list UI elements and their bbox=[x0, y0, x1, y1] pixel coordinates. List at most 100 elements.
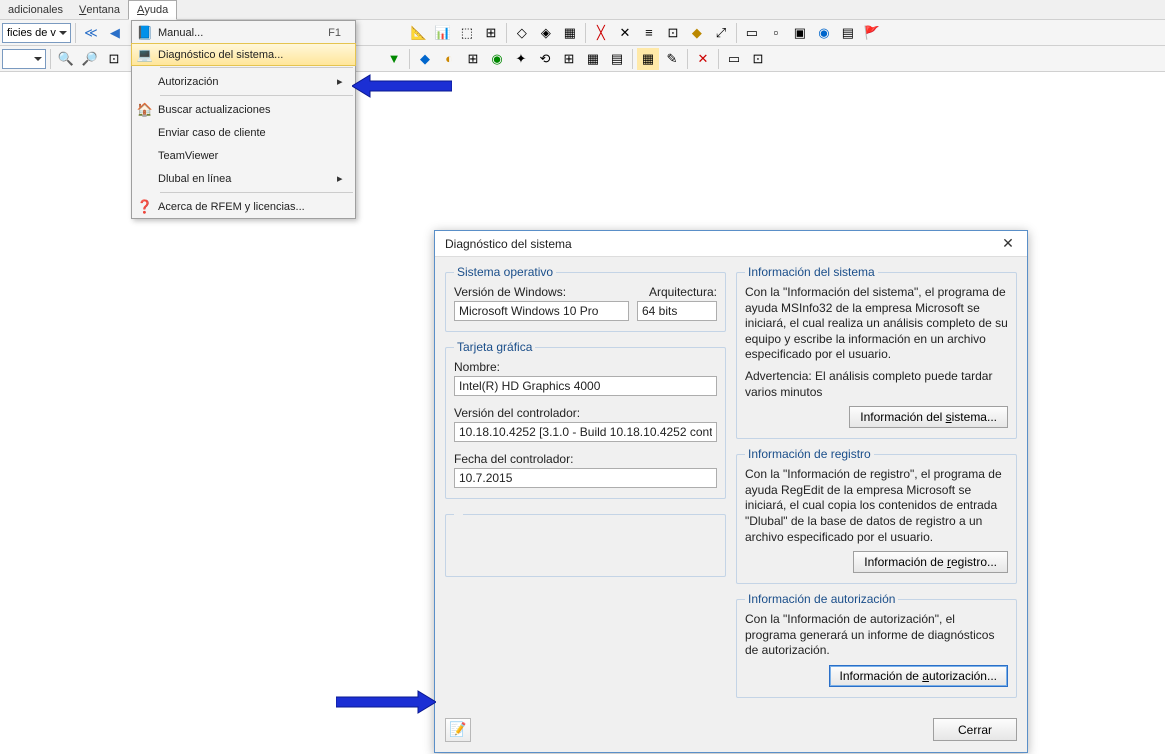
zoom-fit-icon[interactable]: 🔍 bbox=[55, 48, 77, 70]
menu-teamviewer[interactable]: TeamViewer bbox=[132, 144, 355, 167]
tool-icon[interactable]: ✦ bbox=[510, 48, 532, 70]
menu-ayuda[interactable]: Ayuda bbox=[128, 0, 177, 20]
tool-icon[interactable]: ✎ bbox=[661, 48, 683, 70]
tool-icon[interactable]: ✕ bbox=[692, 48, 714, 70]
blank-icon bbox=[132, 167, 158, 190]
tool-icon[interactable]: ▭ bbox=[723, 48, 745, 70]
os-legend: Sistema operativo bbox=[454, 265, 556, 279]
reginfo-legend: Información de registro bbox=[745, 447, 874, 461]
tool-icon[interactable]: ◆ bbox=[686, 22, 708, 44]
tool-icon[interactable]: ⊞ bbox=[558, 48, 580, 70]
separator bbox=[718, 49, 719, 69]
empty-group bbox=[445, 507, 726, 577]
separator bbox=[160, 95, 353, 96]
tool-icon[interactable]: ⊞ bbox=[462, 48, 484, 70]
system-diagnostic-dialog: Diagnóstico del sistema ✕ Sistema operat… bbox=[434, 230, 1028, 753]
menu-adicionales[interactable]: adicionales bbox=[0, 0, 71, 19]
tool-icon[interactable]: ▤ bbox=[837, 22, 859, 44]
driver-version-label: Versión del controlador: bbox=[454, 406, 717, 420]
tool-icon[interactable]: ≡ bbox=[638, 22, 660, 44]
separator bbox=[506, 23, 507, 43]
os-group: Sistema operativo Versión de Windows: Ar… bbox=[445, 265, 726, 332]
menu-system-diagnostic[interactable]: 💻 Diagnóstico del sistema... bbox=[131, 43, 356, 66]
nav-first-icon[interactable]: ≪ bbox=[80, 22, 102, 44]
gpu-group: Tarjeta gráfica Nombre: Versión del cont… bbox=[445, 340, 726, 499]
tool-icon[interactable]: ▦ bbox=[559, 22, 581, 44]
nav-prev-icon[interactable]: ◀ bbox=[104, 22, 126, 44]
menu-manual[interactable]: 📘 Manual... F1 bbox=[132, 21, 355, 44]
tool-icon[interactable]: ▤ bbox=[606, 48, 628, 70]
separator bbox=[160, 192, 353, 193]
tool-icon[interactable]: ⊡ bbox=[662, 22, 684, 44]
tool-icon[interactable]: 📐 bbox=[408, 22, 430, 44]
blank-icon bbox=[132, 70, 158, 93]
reginfo-button[interactable]: Información de registro... bbox=[853, 551, 1008, 573]
menu-authorization[interactable]: Autorización ▸ bbox=[132, 70, 355, 93]
annotation-arrow bbox=[352, 73, 452, 99]
tool-icon[interactable]: ◉ bbox=[486, 48, 508, 70]
tool-icon[interactable]: ⤢ bbox=[710, 22, 732, 44]
sysinfo-warning: Advertencia: El análisis completo puede … bbox=[745, 369, 1008, 400]
menu-about[interactable]: ❓ Acerca de RFEM y licencias... bbox=[132, 195, 355, 218]
gpu-name-label: Nombre: bbox=[454, 360, 717, 374]
authinfo-desc: Con la "Información de autorización", el… bbox=[745, 612, 1008, 659]
tool-icon[interactable]: ▦ bbox=[582, 48, 604, 70]
surfaces-dropdown[interactable]: ficies de v bbox=[2, 23, 71, 43]
tool-icon[interactable]: ◉ bbox=[813, 22, 835, 44]
tool-icon[interactable]: ⬚ bbox=[456, 22, 478, 44]
tool-icon[interactable]: ◆ bbox=[414, 48, 436, 70]
home-icon: 🏠 bbox=[132, 98, 158, 121]
dialog-title: Diagnóstico del sistema bbox=[445, 237, 995, 251]
edit-report-button[interactable]: 📝 bbox=[445, 718, 471, 742]
authinfo-button[interactable]: Información de autorización... bbox=[829, 665, 1008, 687]
tool-icon[interactable]: ▣ bbox=[789, 22, 811, 44]
empty-legend bbox=[454, 507, 463, 521]
pencil-note-icon: 📝 bbox=[449, 721, 466, 738]
tool-icon[interactable]: ⊡ bbox=[747, 48, 769, 70]
separator bbox=[687, 49, 688, 69]
sysinfo-button[interactable]: Información del sistema... bbox=[849, 406, 1008, 428]
gpu-legend: Tarjeta gráfica bbox=[454, 340, 535, 354]
tool-icon[interactable]: ◐ bbox=[438, 48, 460, 70]
separator bbox=[585, 23, 586, 43]
tool-icon[interactable]: ◈ bbox=[535, 22, 557, 44]
computer-icon: 💻 bbox=[132, 43, 158, 66]
zoom-window-icon[interactable]: ⊡ bbox=[103, 48, 125, 70]
menu-dlubal-online[interactable]: Dlubal en línea ▸ bbox=[132, 167, 355, 190]
separator bbox=[736, 23, 737, 43]
separator bbox=[409, 49, 410, 69]
close-button[interactable]: ✕ bbox=[995, 234, 1021, 254]
tool-icon[interactable]: ▫ bbox=[765, 22, 787, 44]
architecture-value bbox=[637, 301, 717, 321]
tool-icon[interactable]: ╳ bbox=[590, 22, 612, 44]
zoom-in-icon[interactable]: 🔎 bbox=[79, 48, 101, 70]
secondary-dropdown[interactable] bbox=[2, 49, 46, 69]
tool-icon[interactable]: ⟲ bbox=[534, 48, 556, 70]
driver-version-value bbox=[454, 422, 717, 442]
tool-icon[interactable]: ▦ bbox=[637, 48, 659, 70]
authinfo-legend: Información de autorización bbox=[745, 592, 898, 606]
menubar: adicionales Ventana Ayuda bbox=[0, 0, 1165, 20]
architecture-label: Arquitectura: bbox=[637, 285, 717, 299]
blank-icon bbox=[132, 121, 158, 144]
gpu-name-value bbox=[454, 376, 717, 396]
windows-version-value bbox=[454, 301, 629, 321]
menu-check-updates[interactable]: 🏠 Buscar actualizaciones bbox=[132, 98, 355, 121]
tool-icon[interactable]: ▭ bbox=[741, 22, 763, 44]
tool-icon[interactable]: 📊 bbox=[432, 22, 454, 44]
sysinfo-desc: Con la "Información del sistema", el pro… bbox=[745, 285, 1008, 363]
tool-icon[interactable]: ▼ bbox=[383, 48, 405, 70]
tool-icon[interactable]: ✕ bbox=[614, 22, 636, 44]
tool-icon[interactable]: ◇ bbox=[511, 22, 533, 44]
tool-icon[interactable]: 🚩 bbox=[861, 22, 883, 44]
menu-send-client-case[interactable]: Enviar caso de cliente bbox=[132, 121, 355, 144]
reginfo-desc: Con la "Información de registro", el pro… bbox=[745, 467, 1008, 545]
submenu-arrow-icon: ▸ bbox=[337, 172, 347, 185]
tool-icon[interactable]: ⊞ bbox=[480, 22, 502, 44]
sysinfo-legend: Información del sistema bbox=[745, 265, 878, 279]
sysinfo-group: Información del sistema Con la "Informac… bbox=[736, 265, 1017, 439]
menu-ventana[interactable]: Ventana bbox=[71, 0, 128, 19]
help-icon: ❓ bbox=[132, 195, 158, 218]
close-dialog-button[interactable]: Cerrar bbox=[933, 718, 1017, 741]
separator bbox=[632, 49, 633, 69]
